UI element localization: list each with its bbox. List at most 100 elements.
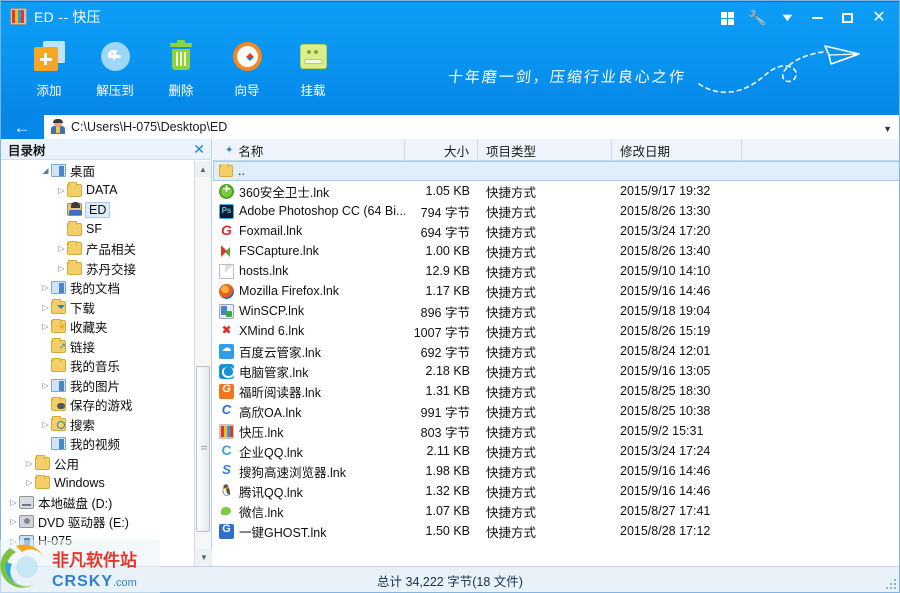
table-row[interactable]: 高欣OA.lnk 991 字节 快捷方式 2015/8/25 10:38 [213, 401, 900, 421]
svg-text:.com: .com [113, 577, 137, 589]
toolbar-label-extract: 解压到 [96, 84, 134, 98]
close-icon[interactable]: ✕ [193, 142, 205, 156]
chevron-down-icon[interactable]: ▼ [883, 124, 892, 134]
column-label-size: 大小 [443, 144, 469, 159]
paper-plane-doodle [698, 45, 860, 94]
cell-type: 快捷方式 [486, 445, 537, 460]
tree-item-2[interactable]: ED [0, 200, 193, 220]
status-summary: 总计 34,222 字节(18 文件) [377, 574, 523, 589]
expand-arrow-icon[interactable]: ◢ [40, 166, 51, 175]
table-row[interactable]: 企业QQ.lnk 2.11 KB 快捷方式 2015/3/24 17:24 [213, 441, 900, 461]
tree-item-17[interactable]: ▷ 本地磁盘 (D:) [0, 493, 193, 513]
tree-item-4[interactable]: ▷ 产品相关 [0, 239, 193, 259]
table-row[interactable]: 百度云管家.lnk 692 字节 快捷方式 2015/8/24 12:01 [213, 341, 900, 361]
cell-date: 2015/3/24 17:20 [620, 224, 711, 238]
table-row[interactable]: 福昕阅读器.lnk 1.31 KB 快捷方式 2015/8/25 18:30 [213, 381, 900, 401]
tree-item-8[interactable]: ▷ ★ 收藏夹 [0, 317, 193, 337]
tree-item-0[interactable]: ◢ 桌面 [0, 161, 193, 181]
table-row[interactable]: 微信.lnk 1.07 KB 快捷方式 2015/8/27 17:41 [213, 501, 900, 521]
address-path[interactable]: C:\Users\H-075\Desktop\ED [71, 120, 227, 134]
tree-item-10[interactable]: 我的音乐 [0, 356, 193, 376]
tree-item-list[interactable]: ◢桌面▷DATA ED SF▷产品相关▷苏丹交接▷我的文档▷下载▷★收藏夹 链接… [0, 161, 193, 566]
tree-scrollbar[interactable]: ▲ ▼ [194, 161, 211, 566]
table-row[interactable]: WinSCP.lnk 896 字节 快捷方式 2015/9/18 19:04 [213, 301, 900, 321]
collapse-arrow-icon[interactable]: ▷ [24, 478, 35, 487]
cell-date: 2015/8/26 13:40 [620, 244, 711, 258]
cell-date: 2015/9/16 13:05 [620, 364, 711, 378]
tree-item-label: 本地磁盘 (D:) [38, 496, 113, 511]
column-header-type[interactable]: 项目类型 [478, 139, 612, 161]
tree-item-1[interactable]: ▷ DATA [0, 181, 193, 201]
tree-item-16[interactable]: ▷ Windows [0, 473, 193, 493]
grid-view-button[interactable] [712, 5, 742, 31]
toolbar-button-delete[interactable]: 删除 [148, 36, 214, 99]
tree-header: 目录树 ✕ [0, 139, 211, 160]
column-header-spacer [742, 139, 900, 161]
collapse-arrow-icon[interactable]: ▷ [56, 264, 67, 273]
toolbar-button-add[interactable]: 添加 [16, 36, 82, 99]
collapse-arrow-icon[interactable]: ▷ [40, 303, 51, 312]
tree-item-12[interactable]: 保存的游戏 [0, 395, 193, 415]
tree-item-6[interactable]: ▷ 我的文档 [0, 278, 193, 298]
tree-item-18[interactable]: ▷ DVD 驱动器 (E:) [0, 512, 193, 532]
tree-item-14[interactable]: 我的视频 [0, 434, 193, 454]
tree-item-13[interactable]: ▷ 搜索 [0, 415, 193, 435]
tree-item-5[interactable]: ▷ 苏丹交接 [0, 259, 193, 279]
table-row[interactable]: 快压.lnk 803 字节 快捷方式 2015/9/2 15:31 [213, 421, 900, 441]
table-row[interactable]: 一键GHOST.lnk 1.50 KB 快捷方式 2015/8/28 17:12 [213, 521, 900, 541]
table-row[interactable]: 搜狗高速浏览器.lnk 1.98 KB 快捷方式 2015/9/16 14:46 [213, 461, 900, 481]
resize-grip-icon[interactable] [885, 578, 897, 590]
collapse-arrow-icon[interactable]: ▷ [8, 517, 19, 526]
cell-size: 1.32 KB [425, 484, 470, 498]
collapse-arrow-icon[interactable]: ▷ [8, 498, 19, 507]
collapse-arrow-icon[interactable]: ▷ [56, 186, 67, 195]
table-row[interactable]: Foxmail.lnk 694 字节 快捷方式 2015/3/24 17:20 [213, 221, 900, 241]
settings-button[interactable]: 🔧 [742, 5, 772, 31]
toolbar-button-extract[interactable]: 解压到 [82, 36, 148, 99]
column-header-size[interactable]: 大小 [405, 139, 478, 161]
back-button[interactable]: ← [0, 115, 44, 139]
collapse-arrow-icon[interactable]: ▷ [40, 420, 51, 429]
cell-type: 快捷方式 [486, 485, 537, 500]
toolbar-button-mount[interactable]: 挂载 [280, 36, 346, 99]
cell-date: 2015/9/10 14:10 [620, 264, 711, 278]
cell-name: Foxmail.lnk [213, 223, 405, 239]
table-row[interactable]: FSCapture.lnk 1.00 KB 快捷方式 2015/8/26 13:40 [213, 241, 900, 261]
tree-item-label: 下载 [70, 301, 96, 316]
minimize-button[interactable] [802, 5, 832, 31]
tree-item-3[interactable]: SF [0, 220, 193, 240]
tree-item-7[interactable]: ▷ 下载 [0, 298, 193, 318]
column-header-name[interactable]: ✦ 名称 [213, 139, 405, 161]
parent-row-label: .. [238, 164, 245, 178]
table-row[interactable]: hosts.lnk 12.9 KB 快捷方式 2015/9/10 14:10 [213, 261, 900, 281]
tree-item-9[interactable]: 链接 [0, 337, 193, 357]
folder-user-icon [50, 119, 66, 134]
table-row[interactable]: XMind 6.lnk 1007 字节 快捷方式 2015/8/26 15:19 [213, 321, 900, 341]
window-header: ED -- 快压 🔧 ▼ ✕ 添加 解压到 删除 向导 挂载 十年磨一剑，压缩行… [0, 0, 900, 115]
collapse-arrow-icon[interactable]: ▷ [40, 322, 51, 331]
table-row[interactable]: Mozilla Firefox.lnk 1.17 KB 快捷方式 2015/9/16 … [213, 281, 900, 301]
svg-text:CRSKY: CRSKY [52, 573, 113, 590]
tree-scroll-down-button[interactable]: ▼ [196, 549, 212, 565]
tree-item-11[interactable]: ▷ 我的图片 [0, 376, 193, 396]
tree-item-15[interactable]: ▷ 公用 [0, 454, 193, 474]
column-header-date[interactable]: 修改日期 [612, 139, 742, 161]
folder-yellow-icon [35, 474, 50, 490]
menu-dropdown-button[interactable]: ▼ [772, 5, 802, 31]
collapse-arrow-icon[interactable]: ▷ [40, 283, 51, 292]
collapse-arrow-icon[interactable]: ▷ [56, 244, 67, 253]
parent-directory-row[interactable]: .. [213, 161, 900, 181]
toolbar-button-wizard[interactable]: 向导 [214, 36, 280, 99]
maximize-button[interactable] [832, 5, 862, 31]
scrollbar-thumb[interactable] [196, 366, 210, 532]
close-button[interactable]: ✕ [862, 5, 896, 31]
table-row[interactable]: 腾讯QQ.lnk 1.32 KB 快捷方式 2015/9/16 14:46 [213, 481, 900, 501]
table-row[interactable]: 360安全卫士.lnk 1.05 KB 快捷方式 2015/9/17 19:32 [213, 181, 900, 201]
file-type-icon [219, 263, 234, 279]
table-row[interactable]: 电脑管家.lnk 2.18 KB 快捷方式 2015/9/16 13:05 [213, 361, 900, 381]
collapse-arrow-icon[interactable]: ▷ [24, 459, 35, 468]
table-row[interactable]: Adobe Photoshop CC (64 Bi... 794 字节 快捷方式 20… [213, 201, 900, 221]
collapse-arrow-icon[interactable]: ▷ [40, 381, 51, 390]
file-name: 企业QQ.lnk [239, 445, 303, 460]
scroll-up-icon[interactable]: ▲ [195, 161, 211, 177]
